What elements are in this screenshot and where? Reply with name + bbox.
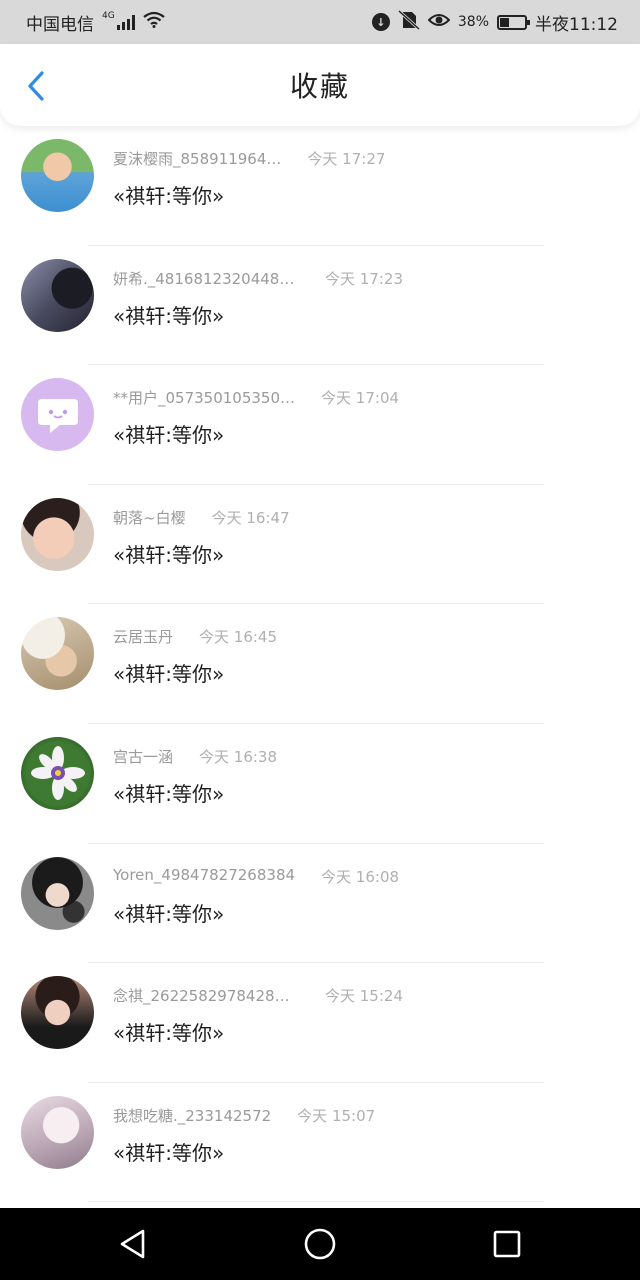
item-meta: 念祺_26225829784283708 今天 15:24	[113, 985, 403, 1006]
avatar[interactable]	[21, 378, 94, 452]
avatar[interactable]	[21, 617, 94, 691]
avatar[interactable]	[21, 139, 94, 212]
no-sim-icon	[397, 9, 420, 35]
recents-square-icon	[493, 1230, 520, 1258]
system-nav-bar	[0, 1208, 640, 1280]
user-name: 云居玉丹	[113, 628, 174, 647]
timestamp: 今天 16:45	[199, 628, 278, 647]
user-name: 念祺_26225829784283708	[113, 987, 299, 1006]
item-meta: Yoren_49847827268384 今天 16:08	[113, 866, 399, 887]
carrier-label: 中国电信	[26, 14, 94, 35]
message-text: «祺轩:等你»	[113, 1140, 225, 1165]
list-item[interactable]: 妍希._4816812320448293 今天 17:23 «祺轩:等你»	[0, 246, 640, 366]
timestamp: 今天 16:47	[211, 508, 290, 527]
battery-icon	[497, 14, 530, 30]
network-type: 4G	[102, 11, 115, 21]
list-item[interactable]: 夏沫樱雨_858911964… 今天 17:27 «祺轩:等你»	[0, 126, 640, 246]
clock: 半夜11:12	[535, 14, 618, 35]
timestamp: 今天 16:38	[199, 747, 278, 766]
wifi-icon	[143, 11, 165, 33]
timestamp: 今天 17:04	[321, 389, 400, 408]
user-name: 夏沫樱雨_858911964…	[113, 150, 282, 168]
eye-comfort-icon	[427, 12, 451, 33]
item-meta: 宫古一涵 今天 16:38	[113, 746, 277, 767]
avatar[interactable]	[21, 1095, 94, 1169]
avatar[interactable]	[21, 258, 94, 332]
message-text: «祺轩:等你»	[113, 303, 225, 328]
user-name: 朝落~白樱	[113, 508, 186, 527]
page-title: 收藏	[289, 70, 350, 103]
list-item[interactable]: 朝落~白樱 今天 16:47 «祺轩:等你»	[0, 485, 640, 605]
timestamp: 今天 15:24	[325, 987, 403, 1006]
list-item[interactable]: 宫古一涵 今天 16:38 «祺轩:等你»	[0, 724, 640, 844]
app-header: 收藏	[0, 44, 640, 126]
back-button[interactable]	[18, 66, 54, 106]
timestamp: 今天 17:27	[307, 150, 386, 168]
status-left: 中国电信 4G	[26, 10, 165, 35]
status-right: ↓ 38% 半夜11:12	[371, 9, 618, 35]
item-meta: 我想吃糖._233142572 今天 15:07	[113, 1105, 375, 1126]
avatar[interactable]	[21, 856, 94, 930]
chat-bubble-icon	[37, 398, 78, 433]
item-meta: 夏沫樱雨_858911964… 今天 17:27	[113, 148, 385, 169]
message-text: «祺轩:等你»	[113, 662, 225, 687]
favorites-list: 夏沫樱雨_858911964… 今天 17:27 «祺轩:等你» 妍希._481…	[0, 126, 640, 1203]
nav-recents-button[interactable]	[477, 1214, 537, 1274]
data-saver-icon: ↓	[371, 13, 390, 31]
user-name: **用户_057350105350…	[113, 389, 296, 408]
timestamp: 今天 16:08	[321, 867, 400, 886]
avatar[interactable]	[21, 736, 94, 810]
nav-home-button[interactable]	[290, 1214, 350, 1274]
timestamp: 今天 17:23	[325, 269, 403, 288]
item-meta: **用户_057350105350… 今天 17:04	[113, 387, 399, 408]
avatar[interactable]	[21, 976, 94, 1050]
user-name: Yoren_49847827268384	[113, 865, 296, 884]
nav-back-button[interactable]	[103, 1214, 163, 1274]
message-text: «祺轩:等你»	[113, 423, 225, 448]
user-name: 宫古一涵	[113, 747, 174, 766]
list-item[interactable]: Yoren_49847827268384 今天 16:08 «祺轩:等你»	[0, 844, 640, 964]
message-text: «祺轩:等你»	[113, 901, 225, 926]
battery-percent: 38%	[457, 14, 489, 30]
avatar[interactable]	[21, 497, 94, 571]
user-name: 妍希._4816812320448293	[113, 269, 299, 288]
item-meta: 朝落~白樱 今天 16:47	[113, 507, 290, 528]
chevron-left-icon	[28, 71, 44, 101]
message-text: «祺轩:等你»	[113, 184, 225, 208]
back-triangle-icon	[121, 1229, 145, 1259]
list-item[interactable]: 我想吃糖._233142572 今天 15:07 «祺轩:等你»	[0, 1083, 640, 1203]
item-meta: 妍希._4816812320448293 今天 17:23	[113, 268, 403, 289]
home-circle-icon	[304, 1228, 336, 1260]
flower-icon	[30, 746, 85, 801]
status-bar: 中国电信 4G ↓ 38% 半夜11:12	[0, 0, 640, 44]
divider	[88, 1201, 544, 1203]
timestamp: 今天 15:07	[297, 1106, 376, 1125]
list-item[interactable]: 念祺_26225829784283708 今天 15:24 «祺轩:等你»	[0, 963, 640, 1083]
list-item[interactable]: **用户_057350105350… 今天 17:04 «祺轩:等你»	[0, 365, 640, 485]
message-text: «祺轩:等你»	[113, 781, 225, 806]
message-text: «祺轩:等你»	[113, 542, 225, 567]
user-name: 我想吃糖._233142572	[113, 1106, 272, 1125]
list-item[interactable]: 云居玉丹 今天 16:45 «祺轩:等你»	[0, 604, 640, 724]
signal-icon	[116, 14, 135, 30]
item-meta: 云居玉丹 今天 16:45	[113, 626, 277, 647]
message-text: «祺轩:等你»	[113, 1021, 225, 1046]
